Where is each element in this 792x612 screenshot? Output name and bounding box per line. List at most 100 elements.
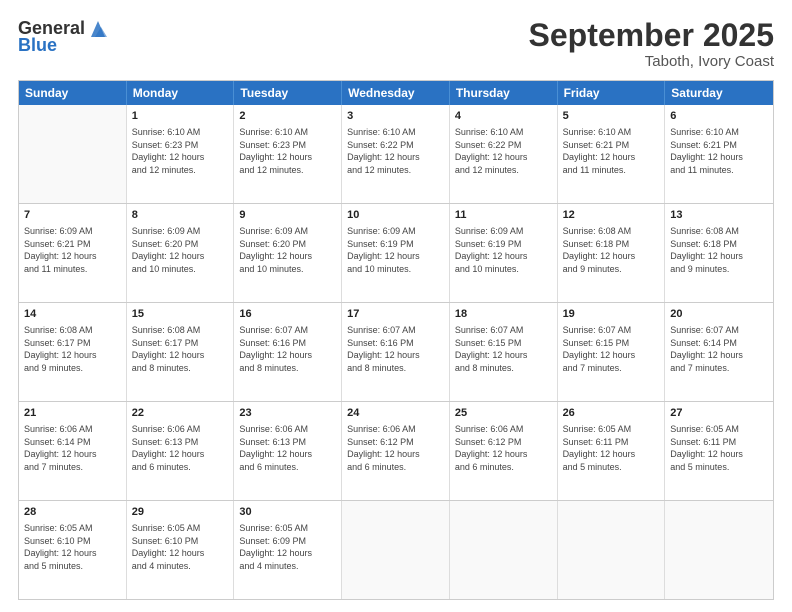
day-info: Sunrise: 6:06 AM Sunset: 6:13 PM Dayligh… (132, 423, 229, 473)
logo-icon (87, 19, 109, 39)
day-info: Sunrise: 6:08 AM Sunset: 6:18 PM Dayligh… (563, 225, 660, 275)
day-cell-24: 24 Sunrise: 6:06 AM Sunset: 6:12 PM Dayli… (342, 402, 450, 500)
day-number: 3 (347, 109, 444, 124)
day-number: 25 (455, 406, 552, 421)
calendar-body: 1Sunrise: 6:10 AM Sunset: 6:23 PM Daylig… (19, 105, 773, 599)
day-info: Sunrise: 6:09 AM Sunset: 6:20 PM Dayligh… (132, 225, 229, 275)
header: General Blue September 2025 Taboth, Ivor… (18, 18, 774, 70)
week-row-5: 28 Sunrise: 6:05 AM Sunset: 6:10 PM Dayli… (19, 501, 773, 599)
day-cell-10: 10 Sunrise: 6:09 AM Sunset: 6:19 PM Dayli… (342, 204, 450, 302)
day-info: Sunrise: 6:05 AM Sunset: 6:10 PM Dayligh… (132, 522, 229, 572)
empty-cell (19, 105, 127, 203)
day-cell-16: 16 Sunrise: 6:07 AM Sunset: 6:16 PM Dayli… (234, 303, 342, 401)
page: General Blue September 2025 Taboth, Ivor… (0, 0, 792, 612)
day-cell-27: 27 Sunrise: 6:05 AM Sunset: 6:11 PM Dayli… (665, 402, 773, 500)
week-row-2: 7 Sunrise: 6:09 AM Sunset: 6:21 PM Daylig… (19, 204, 773, 303)
day-number: 4 (455, 109, 552, 124)
week-row-3: 14Sunrise: 6:08 AM Sunset: 6:17 PM Dayli… (19, 303, 773, 402)
col-header-sunday: Sunday (19, 81, 127, 105)
day-number: 23 (239, 406, 336, 421)
day-number: 24 (347, 406, 444, 421)
day-info: Sunrise: 6:05 AM Sunset: 6:10 PM Dayligh… (24, 522, 121, 572)
day-cell-21: 21 Sunrise: 6:06 AM Sunset: 6:14 PM Dayli… (19, 402, 127, 500)
day-info: Sunrise: 6:08 AM Sunset: 6:17 PM Dayligh… (24, 324, 121, 374)
day-number: 19 (563, 307, 660, 322)
day-number: 26 (563, 406, 660, 421)
day-cell-12: 12 Sunrise: 6:08 AM Sunset: 6:18 PM Dayli… (558, 204, 666, 302)
day-cell-22: 22 Sunrise: 6:06 AM Sunset: 6:13 PM Dayli… (127, 402, 235, 500)
day-cell-17: 17 Sunrise: 6:07 AM Sunset: 6:16 PM Dayli… (342, 303, 450, 401)
day-cell-2: 2 Sunrise: 6:10 AM Sunset: 6:23 PM Daylig… (234, 105, 342, 203)
day-info: Sunrise: 6:06 AM Sunset: 6:12 PM Dayligh… (455, 423, 552, 473)
calendar-header: SundayMondayTuesdayWednesdayThursdayFrid… (19, 81, 773, 105)
day-cell-9: 9 Sunrise: 6:09 AM Sunset: 6:20 PM Daylig… (234, 204, 342, 302)
day-info: Sunrise: 6:10 AM Sunset: 6:23 PM Dayligh… (239, 126, 336, 176)
day-info: Sunrise: 6:09 AM Sunset: 6:21 PM Dayligh… (24, 225, 121, 275)
empty-cell (450, 501, 558, 599)
day-number: 7 (24, 208, 121, 223)
day-cell-18: 18 Sunrise: 6:07 AM Sunset: 6:15 PM Dayli… (450, 303, 558, 401)
day-number: 15 (132, 307, 229, 322)
day-number: 12 (563, 208, 660, 223)
week-row-4: 21 Sunrise: 6:06 AM Sunset: 6:14 PM Dayli… (19, 402, 773, 501)
day-cell-30: 30 Sunrise: 6:05 AM Sunset: 6:09 PM Dayli… (234, 501, 342, 599)
day-number: 28 (24, 505, 121, 520)
day-number: 5 (563, 109, 660, 124)
day-number: 30 (239, 505, 336, 520)
day-info: Sunrise: 6:06 AM Sunset: 6:14 PM Dayligh… (24, 423, 121, 473)
day-number: 13 (670, 208, 768, 223)
day-info: Sunrise: 6:05 AM Sunset: 6:09 PM Dayligh… (239, 522, 336, 572)
logo: General Blue (18, 18, 109, 56)
col-header-tuesday: Tuesday (234, 81, 342, 105)
title-block: September 2025 Taboth, Ivory Coast (529, 18, 774, 70)
day-cell-13: 13Sunrise: 6:08 AM Sunset: 6:18 PM Dayli… (665, 204, 773, 302)
week-row-1: 1Sunrise: 6:10 AM Sunset: 6:23 PM Daylig… (19, 105, 773, 204)
day-cell-4: 4 Sunrise: 6:10 AM Sunset: 6:22 PM Daylig… (450, 105, 558, 203)
day-info: Sunrise: 6:10 AM Sunset: 6:22 PM Dayligh… (455, 126, 552, 176)
col-header-monday: Monday (127, 81, 235, 105)
day-info: Sunrise: 6:07 AM Sunset: 6:16 PM Dayligh… (239, 324, 336, 374)
col-header-friday: Friday (558, 81, 666, 105)
day-info: Sunrise: 6:09 AM Sunset: 6:19 PM Dayligh… (347, 225, 444, 275)
day-cell-25: 25 Sunrise: 6:06 AM Sunset: 6:12 PM Dayli… (450, 402, 558, 500)
day-cell-6: 6 Sunrise: 6:10 AM Sunset: 6:21 PM Daylig… (665, 105, 773, 203)
day-cell-7: 7 Sunrise: 6:09 AM Sunset: 6:21 PM Daylig… (19, 204, 127, 302)
day-info: Sunrise: 6:09 AM Sunset: 6:20 PM Dayligh… (239, 225, 336, 275)
day-number: 18 (455, 307, 552, 322)
day-number: 6 (670, 109, 768, 124)
day-cell-11: 11Sunrise: 6:09 AM Sunset: 6:19 PM Dayli… (450, 204, 558, 302)
day-cell-1: 1Sunrise: 6:10 AM Sunset: 6:23 PM Daylig… (127, 105, 235, 203)
day-info: Sunrise: 6:10 AM Sunset: 6:23 PM Dayligh… (132, 126, 229, 176)
day-number: 22 (132, 406, 229, 421)
day-number: 20 (670, 307, 768, 322)
day-info: Sunrise: 6:07 AM Sunset: 6:15 PM Dayligh… (563, 324, 660, 374)
day-info: Sunrise: 6:10 AM Sunset: 6:21 PM Dayligh… (563, 126, 660, 176)
col-header-wednesday: Wednesday (342, 81, 450, 105)
day-cell-19: 19 Sunrise: 6:07 AM Sunset: 6:15 PM Dayli… (558, 303, 666, 401)
day-info: Sunrise: 6:07 AM Sunset: 6:14 PM Dayligh… (670, 324, 768, 374)
col-header-thursday: Thursday (450, 81, 558, 105)
day-info: Sunrise: 6:08 AM Sunset: 6:17 PM Dayligh… (132, 324, 229, 374)
day-number: 21 (24, 406, 121, 421)
day-cell-3: 3Sunrise: 6:10 AM Sunset: 6:22 PM Daylig… (342, 105, 450, 203)
day-info: Sunrise: 6:09 AM Sunset: 6:19 PM Dayligh… (455, 225, 552, 275)
day-number: 27 (670, 406, 768, 421)
day-number: 16 (239, 307, 336, 322)
day-number: 9 (239, 208, 336, 223)
day-cell-29: 29Sunrise: 6:05 AM Sunset: 6:10 PM Dayli… (127, 501, 235, 599)
day-info: Sunrise: 6:07 AM Sunset: 6:15 PM Dayligh… (455, 324, 552, 374)
day-number: 10 (347, 208, 444, 223)
location-title: Taboth, Ivory Coast (529, 53, 774, 70)
day-info: Sunrise: 6:05 AM Sunset: 6:11 PM Dayligh… (670, 423, 768, 473)
day-info: Sunrise: 6:07 AM Sunset: 6:16 PM Dayligh… (347, 324, 444, 374)
day-cell-28: 28 Sunrise: 6:05 AM Sunset: 6:10 PM Dayli… (19, 501, 127, 599)
day-cell-8: 8 Sunrise: 6:09 AM Sunset: 6:20 PM Daylig… (127, 204, 235, 302)
day-info: Sunrise: 6:06 AM Sunset: 6:12 PM Dayligh… (347, 423, 444, 473)
empty-cell (558, 501, 666, 599)
day-number: 2 (239, 109, 336, 124)
day-number: 17 (347, 307, 444, 322)
day-info: Sunrise: 6:10 AM Sunset: 6:21 PM Dayligh… (670, 126, 768, 176)
month-title: September 2025 (529, 18, 774, 53)
day-info: Sunrise: 6:06 AM Sunset: 6:13 PM Dayligh… (239, 423, 336, 473)
day-number: 8 (132, 208, 229, 223)
